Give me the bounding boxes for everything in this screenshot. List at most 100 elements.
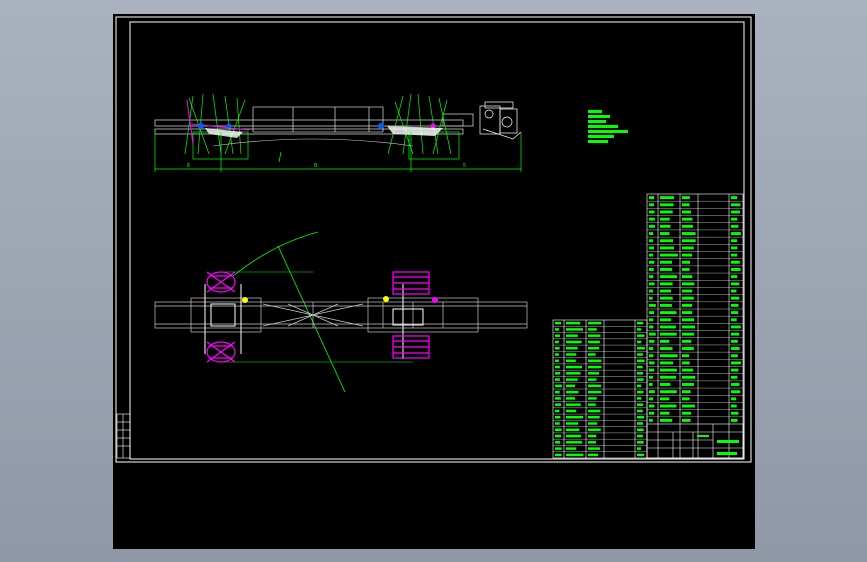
table-cell-text — [637, 403, 644, 406]
table-cell-text — [588, 403, 596, 406]
table-cell-text — [660, 361, 673, 365]
table-cell-text — [588, 346, 600, 350]
table-cell-text — [682, 203, 690, 207]
table-cell-text — [649, 268, 654, 271]
table-cell-text — [649, 253, 654, 257]
table-cell-text — [682, 275, 693, 279]
table-cell-text — [588, 372, 600, 375]
table-cell-text — [588, 428, 601, 432]
table-cell-text — [649, 203, 655, 207]
table-cell-text — [555, 340, 559, 344]
table-cell-text — [555, 409, 560, 413]
table-cell-text — [731, 318, 737, 322]
table-cell-text — [588, 447, 600, 450]
table-cell-text — [566, 334, 578, 337]
table-cell-text — [637, 453, 645, 457]
table-cell-text — [566, 409, 577, 413]
table-cell-text — [566, 441, 583, 444]
table-cell-text — [649, 325, 654, 329]
table-cell-text — [731, 210, 740, 214]
table-cell-text — [731, 361, 741, 365]
table-cell-text — [682, 418, 691, 422]
table-cell-text — [731, 217, 738, 221]
table-cell-text — [649, 289, 653, 293]
table-cell-text — [588, 378, 597, 381]
table-cell-text — [649, 332, 656, 336]
table-cell-text — [731, 282, 740, 286]
table-cell-text — [660, 354, 678, 358]
table-cell-text — [566, 447, 577, 450]
table-cell-text — [555, 447, 562, 450]
table-cell-text — [566, 434, 582, 438]
table-cell-text — [637, 378, 644, 381]
table-cell-text — [660, 232, 670, 235]
table-cell-text — [649, 246, 654, 250]
table-cell-text — [566, 422, 579, 425]
table-cell-text — [555, 334, 560, 337]
table-cell-text — [588, 328, 597, 331]
table-cell-text — [731, 390, 741, 394]
table-cell-text — [682, 303, 693, 307]
table-cell-text — [637, 390, 644, 394]
table-cell-text — [660, 332, 677, 336]
table-cell-text — [660, 217, 670, 221]
table-cell-text — [637, 441, 644, 444]
cad-viewport[interactable]: 8 B 5 — [0, 0, 867, 562]
table-cell-text — [660, 282, 673, 286]
table-cell-text — [731, 311, 739, 315]
table-cell-text — [588, 384, 602, 388]
table-cell-text — [649, 383, 653, 386]
table-cell-text — [555, 359, 559, 363]
table-cell-text — [682, 253, 693, 257]
table-cell-text — [637, 321, 644, 325]
table-cell-text — [555, 390, 560, 394]
table-cell-text — [682, 404, 695, 408]
table-cell-text — [731, 275, 738, 279]
table-cell-text — [731, 332, 740, 336]
table-cell-text — [649, 318, 654, 322]
table-cell-text — [566, 346, 578, 350]
table-cell-text — [555, 441, 561, 444]
table-cell-text — [731, 246, 738, 250]
table-cell-text — [649, 397, 654, 401]
table-cell-text — [649, 390, 655, 394]
table-cell-text — [566, 428, 580, 432]
dim-label-3: 5 — [463, 163, 466, 169]
table-cell-text — [566, 397, 576, 400]
table-cell-text — [682, 289, 693, 293]
table-cell-text — [649, 260, 655, 264]
rear-axle-hub — [198, 123, 204, 129]
table-cell-text — [649, 275, 654, 279]
table-cell-text — [649, 196, 655, 200]
table-cell-text — [555, 328, 559, 331]
table-cell-text — [637, 422, 644, 425]
table-cell-text — [682, 282, 695, 286]
table-cell-text — [649, 375, 653, 379]
table-cell-text — [731, 375, 738, 379]
table-cell-text — [660, 397, 670, 401]
table-cell-text — [660, 347, 673, 350]
dim-label-2: B — [314, 163, 318, 169]
table-cell-text — [637, 428, 644, 432]
table-cell-text — [555, 346, 560, 350]
table-cell-text — [588, 415, 600, 419]
table-cell-text — [660, 210, 673, 214]
table-cell-text — [566, 378, 578, 381]
table-cell-text — [660, 275, 677, 279]
table-cell-text — [660, 260, 672, 264]
table-cell-text — [588, 409, 601, 413]
table-cell-text — [588, 397, 597, 400]
table-cell-text — [588, 422, 598, 425]
table-cell-text — [637, 359, 645, 363]
table-cell-text — [649, 354, 654, 358]
rear-wheel-upper — [206, 271, 236, 293]
table-cell-text — [682, 325, 696, 329]
table-cell-text — [731, 232, 741, 235]
parts-table-rows-lower — [553, 326, 647, 452]
table-cell-text — [682, 390, 691, 394]
table-cell-text — [682, 210, 691, 214]
table-cell-text — [660, 383, 671, 386]
table-cell-text — [555, 353, 559, 356]
table-cell-text — [588, 334, 601, 337]
drawing-canvas: 8 B 5 — [115, 16, 752, 463]
